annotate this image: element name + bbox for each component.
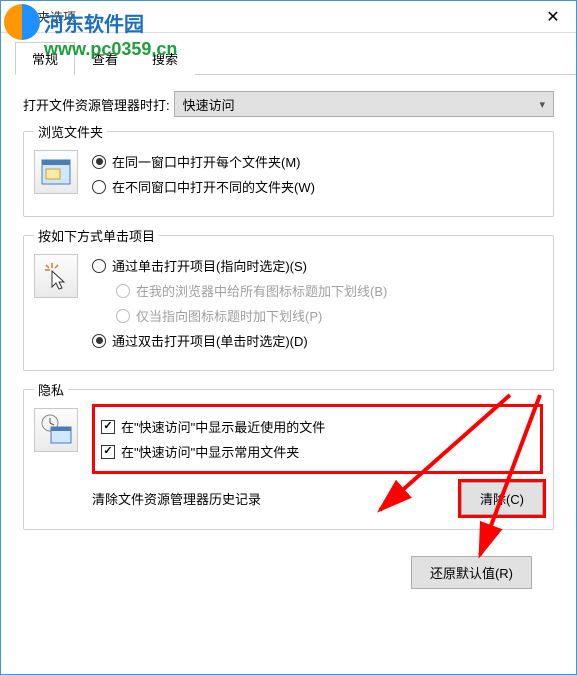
open-explorer-select[interactable]: 快速访问 ▾: [174, 91, 554, 117]
tab-view[interactable]: 查看: [75, 42, 135, 75]
browse-same-window-radio[interactable]: 在同一窗口中打开每个文件夹(M): [92, 152, 543, 171]
window-title: 文件夹选项: [11, 7, 76, 26]
browse-legend: 浏览文件夹: [34, 122, 107, 141]
click-legend: 按如下方式单击项目: [34, 226, 159, 245]
radio-label: 在同一窗口中打开每个文件夹(M): [112, 152, 301, 171]
titlebar: 文件夹选项 ✕: [1, 1, 576, 33]
checkbox-label: 在"快速访问"中显示最近使用的文件: [121, 417, 325, 436]
checkbox-icon: [101, 420, 115, 434]
checkbox-icon: [101, 445, 115, 459]
click-items-group: 按如下方式单击项目 通过单击打开项目(指向时选定)(S) 在我的浏览器中给所有图…: [23, 235, 554, 371]
folder-window-icon: [34, 150, 78, 194]
tab-search[interactable]: 搜索: [135, 42, 195, 75]
radio-icon: [92, 180, 106, 194]
radio-icon: [116, 309, 130, 323]
underline-all-radio: 在我的浏览器中给所有图标标题加下划线(B): [116, 281, 543, 300]
tab-general[interactable]: 常规: [15, 42, 75, 75]
privacy-legend: 隐私: [34, 380, 68, 399]
single-click-radio[interactable]: 通过单击打开项目(指向时选定)(S): [92, 256, 543, 275]
chevron-down-icon: ▾: [539, 98, 545, 111]
close-button[interactable]: ✕: [530, 1, 576, 33]
browse-new-window-radio[interactable]: 在不同窗口中打开不同的文件夹(W): [92, 177, 543, 196]
clear-history-label: 清除文件资源管理器历史记录: [92, 489, 261, 508]
double-click-radio[interactable]: 通过双击打开项目(单击时选定)(D): [92, 331, 543, 350]
radio-icon: [116, 284, 130, 298]
radio-label: 通过双击打开项目(单击时选定)(D): [112, 331, 308, 350]
underline-hover-radio: 仅当指向图标标题时加下划线(P): [116, 306, 543, 325]
radio-label: 仅当指向图标标题时加下划线(P): [136, 306, 322, 325]
annotation-arrow-2: [460, 390, 577, 580]
radio-icon: [92, 259, 106, 273]
open-explorer-label: 打开文件资源管理器时打:: [23, 95, 170, 114]
radio-label: 通过单击打开项目(指向时选定)(S): [112, 256, 307, 275]
checkbox-label: 在"快速访问"中显示常用文件夹: [121, 442, 299, 461]
radio-icon: [92, 155, 106, 169]
folder-options-window: 河东软件园 www.pc0359.cn 文件夹选项 ✕ 常规 查看 搜索 打开文…: [0, 0, 577, 675]
cursor-click-icon: [34, 254, 78, 298]
select-value: 快速访问: [183, 95, 235, 114]
radio-label: 在我的浏览器中给所有图标标题加下划线(B): [136, 281, 387, 300]
browse-folders-group: 浏览文件夹 在同一窗口中打开每个文件夹(M) 在不同窗口中打开不同的文件夹(W): [23, 131, 554, 217]
radio-label: 在不同窗口中打开不同的文件夹(W): [112, 177, 315, 196]
history-icon: [34, 408, 78, 452]
radio-icon: [92, 334, 106, 348]
open-explorer-row: 打开文件资源管理器时打: 快速访问 ▾: [23, 91, 554, 117]
close-icon: ✕: [546, 7, 559, 27]
tab-bar: 常规 查看 搜索: [15, 41, 576, 75]
